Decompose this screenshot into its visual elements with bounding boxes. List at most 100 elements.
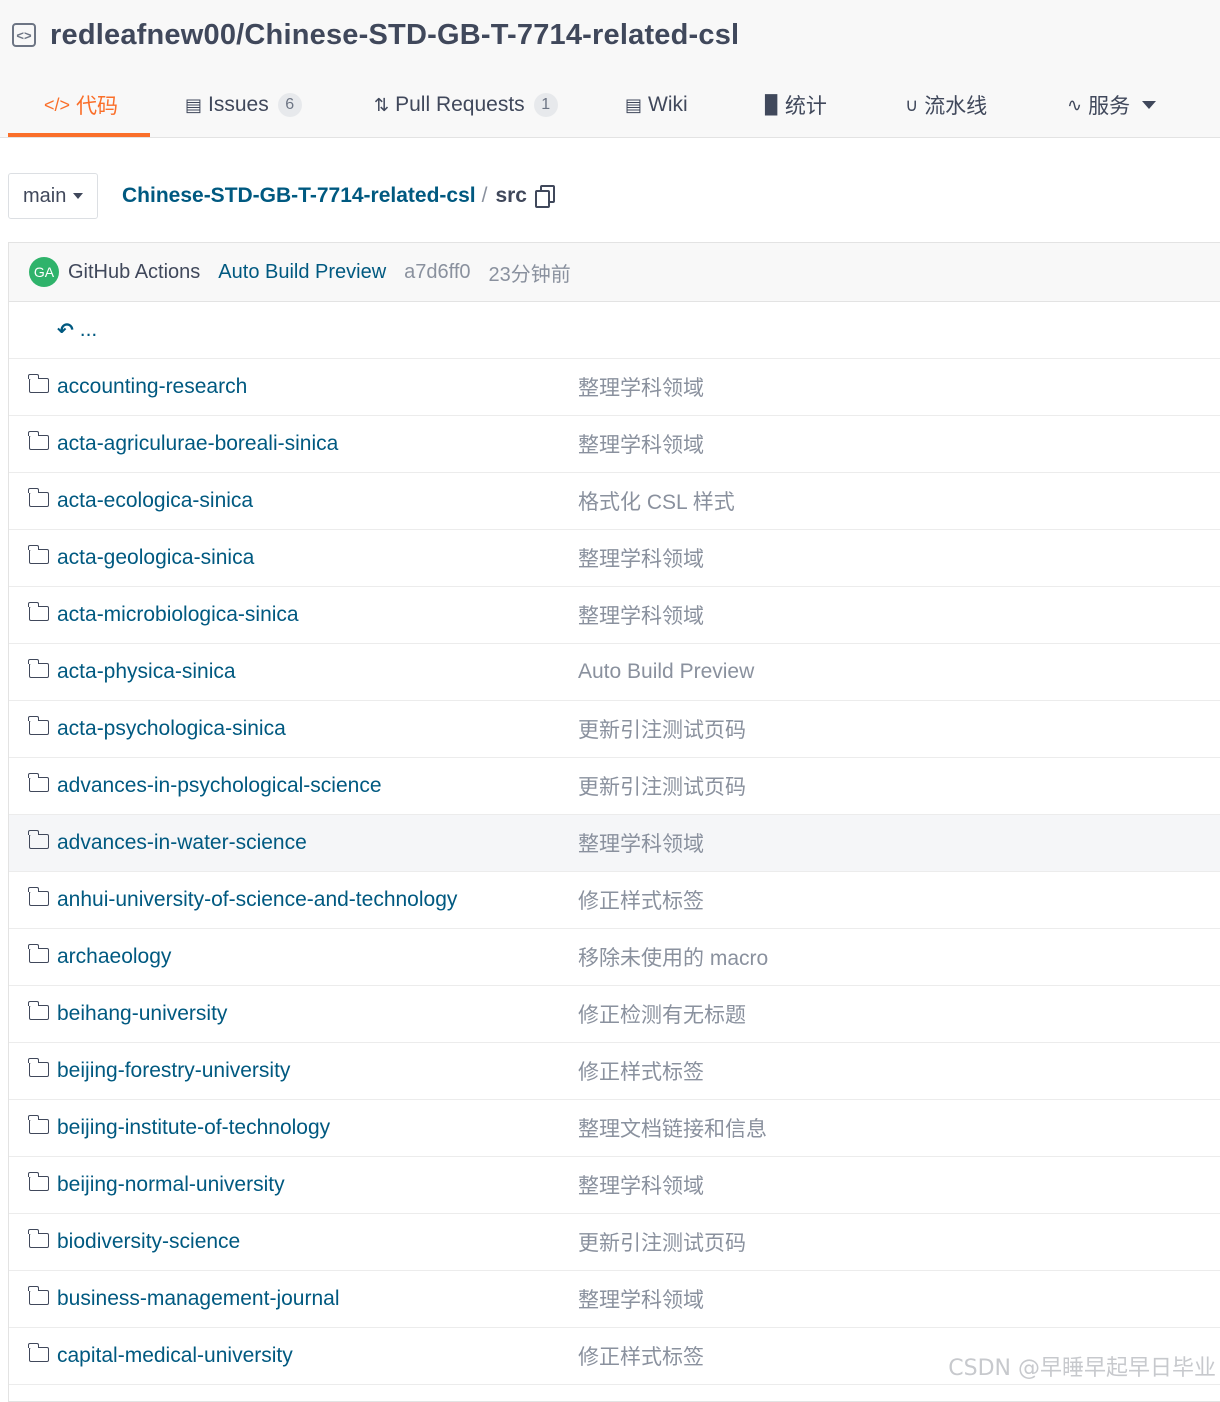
folder-icon xyxy=(28,374,49,393)
file-name[interactable]: accounting-research xyxy=(57,375,247,399)
file-commit-message[interactable]: 更新引注测试页码 xyxy=(578,714,746,744)
file-commit-message[interactable]: 更新引注测试页码 xyxy=(578,1227,746,1257)
folder-icon xyxy=(28,1286,49,1305)
file-commit-message[interactable]: 整理学科领域 xyxy=(578,372,704,402)
table-row[interactable]: acta-microbiologica-sinica 整理学科领域 xyxy=(9,587,1220,644)
table-row[interactable]: beihang-university 修正检测有无标题 xyxy=(9,986,1220,1043)
folder-icon xyxy=(28,602,49,621)
file-commit-message[interactable]: 整理学科领域 xyxy=(578,543,704,573)
wiki-icon: ▤ xyxy=(625,94,643,115)
file-name[interactable]: acta-ecologica-sinica xyxy=(57,489,253,513)
tab-code[interactable]: </> 代码 xyxy=(44,76,118,134)
file-commit-message[interactable]: 整理文档链接和信息 xyxy=(578,1113,767,1143)
repo-name[interactable]: redleafnew00/Chinese-STD-GB-T-7714-relat… xyxy=(50,19,739,52)
file-name[interactable]: acta-microbiologica-sinica xyxy=(57,603,299,627)
table-row[interactable]: accounting-research 整理学科领域 xyxy=(9,359,1220,416)
tab-issues[interactable]: ▤ Issues 6 xyxy=(185,76,302,134)
copy-icon[interactable] xyxy=(534,185,555,208)
file-name[interactable]: advances-in-psychological-science xyxy=(57,774,382,798)
branch-selector[interactable]: main xyxy=(8,173,98,219)
commit-time: 23分钟前 xyxy=(488,263,571,286)
tab-label: 流水线 xyxy=(924,95,988,118)
stats-icon: ▉ xyxy=(765,94,779,115)
table-row[interactable]: acta-geologica-sinica 整理学科领域 xyxy=(9,530,1220,587)
folder-icon xyxy=(28,431,49,450)
watermark: CSDN @早睡早起早日毕业 xyxy=(948,1356,1216,1381)
file-name[interactable]: beijing-normal-university xyxy=(57,1173,285,1197)
table-row[interactable]: anhui-university-of-science-and-technolo… xyxy=(9,872,1220,929)
tab-stats[interactable]: ▉ 统计 xyxy=(765,76,827,134)
file-commit-message[interactable]: 整理学科领域 xyxy=(578,1170,704,1200)
folder-icon xyxy=(28,1172,49,1191)
folder-icon xyxy=(28,1229,49,1248)
chevron-down-icon xyxy=(1142,101,1157,109)
latest-commit-bar: GA GitHub Actions Auto Build Preview a7d… xyxy=(9,243,1220,302)
file-commit-message[interactable]: 修正样式标签 xyxy=(578,1341,704,1371)
activity-icon: ∿ xyxy=(1067,94,1083,115)
folder-icon xyxy=(28,1058,49,1077)
file-name[interactable]: beijing-institute-of-technology xyxy=(57,1116,330,1140)
file-name[interactable]: biodiversity-science xyxy=(57,1230,240,1254)
commit-author[interactable]: GitHub Actions xyxy=(68,261,200,284)
folder-icon xyxy=(28,773,49,792)
file-name[interactable]: beijing-forestry-university xyxy=(57,1059,290,1083)
avatar[interactable]: GA xyxy=(29,257,59,287)
table-row[interactable]: acta-ecologica-sinica 格式化 CSL 样式 xyxy=(9,473,1220,530)
active-tab-indicator xyxy=(8,133,150,137)
file-commit-message[interactable]: 整理学科领域 xyxy=(578,828,704,858)
breadcrumb-current-dir: src xyxy=(495,184,527,207)
file-commit-message[interactable]: Auto Build Preview xyxy=(578,660,754,684)
commit-message[interactable]: Auto Build Preview xyxy=(218,261,386,284)
code-icon: </> xyxy=(44,94,71,115)
file-commit-message[interactable]: 更新引注测试页码 xyxy=(578,771,746,801)
table-row[interactable]: beijing-forestry-university 修正样式标签 xyxy=(9,1043,1220,1100)
commit-sha[interactable]: a7d6ff0 xyxy=(404,261,470,284)
file-name[interactable]: acta-geologica-sinica xyxy=(57,546,254,570)
table-row[interactable]: business-management-journal 整理学科领域 xyxy=(9,1271,1220,1328)
parent-directory-link[interactable]: ↶ ... xyxy=(9,302,1220,359)
breadcrumb-repo-link[interactable]: Chinese-STD-GB-T-7714-related-csl xyxy=(122,184,476,208)
file-commit-message[interactable]: 移除未使用的 macro xyxy=(578,942,768,972)
tab-services[interactable]: ∿ 服务 xyxy=(1067,76,1157,134)
file-name[interactable]: anhui-university-of-science-and-technolo… xyxy=(57,888,457,912)
file-name[interactable]: acta-psychologica-sinica xyxy=(57,717,286,741)
tab-pull-requests[interactable]: ⇅ Pull Requests 1 xyxy=(374,76,558,134)
table-row[interactable]: acta-agriculurae-boreali-sinica 整理学科领域 xyxy=(9,416,1220,473)
file-name[interactable]: business-management-journal xyxy=(57,1287,340,1311)
file-commit-message[interactable]: 整理学科领域 xyxy=(578,600,704,630)
file-commit-message[interactable]: 格式化 CSL 样式 xyxy=(578,486,735,516)
file-commit-message[interactable]: 整理学科领域 xyxy=(578,1284,704,1314)
file-commit-message[interactable]: 修正样式标签 xyxy=(578,1056,704,1086)
table-row[interactable]: advances-in-water-science 整理学科领域 xyxy=(9,815,1220,872)
issues-count-badge: 6 xyxy=(277,93,302,117)
folder-icon xyxy=(28,830,49,849)
file-commit-message[interactable]: 修正样式标签 xyxy=(578,885,704,915)
table-row[interactable]: archaeology 移除未使用的 macro xyxy=(9,929,1220,986)
table-row[interactable]: advances-in-psychological-science 更新引注测试页… xyxy=(9,758,1220,815)
table-row[interactable]: biodiversity-science 更新引注测试页码 xyxy=(9,1214,1220,1271)
folder-icon xyxy=(28,545,49,564)
file-commit-message[interactable]: 修正检测有无标题 xyxy=(578,999,746,1029)
tab-pipeline[interactable]: ∪ 流水线 xyxy=(905,76,987,134)
table-row[interactable]: beijing-normal-university 整理学科领域 xyxy=(9,1157,1220,1214)
file-name[interactable]: acta-physica-sinica xyxy=(57,660,236,684)
back-arrow-icon: ↶ xyxy=(57,319,74,342)
file-commit-message[interactable]: 整理学科领域 xyxy=(578,429,704,459)
file-name[interactable]: acta-agriculurae-boreali-sinica xyxy=(57,432,338,456)
file-name[interactable]: archaeology xyxy=(57,945,171,969)
file-name[interactable]: advances-in-water-science xyxy=(57,831,307,855)
parent-directory-label: ... xyxy=(79,318,98,341)
file-name[interactable]: beihang-university xyxy=(57,1002,227,1026)
breadcrumb-separator: / xyxy=(481,184,488,207)
chevron-down-icon xyxy=(73,193,84,199)
table-row[interactable]: acta-physica-sinica Auto Build Preview xyxy=(9,644,1220,701)
file-name[interactable]: capital-medical-university xyxy=(57,1344,293,1368)
repo-header: <> redleafnew00/Chinese-STD-GB-T-7714-re… xyxy=(0,0,1220,138)
tab-wiki[interactable]: ▤ Wiki xyxy=(625,76,688,134)
table-row[interactable]: acta-psychologica-sinica 更新引注测试页码 xyxy=(9,701,1220,758)
folder-icon xyxy=(28,1343,49,1362)
pull-requests-count-badge: 1 xyxy=(533,93,558,117)
folder-icon xyxy=(28,1115,49,1134)
table-row[interactable]: beijing-institute-of-technology 整理文档链接和信息 xyxy=(9,1100,1220,1157)
folder-icon xyxy=(28,944,49,963)
